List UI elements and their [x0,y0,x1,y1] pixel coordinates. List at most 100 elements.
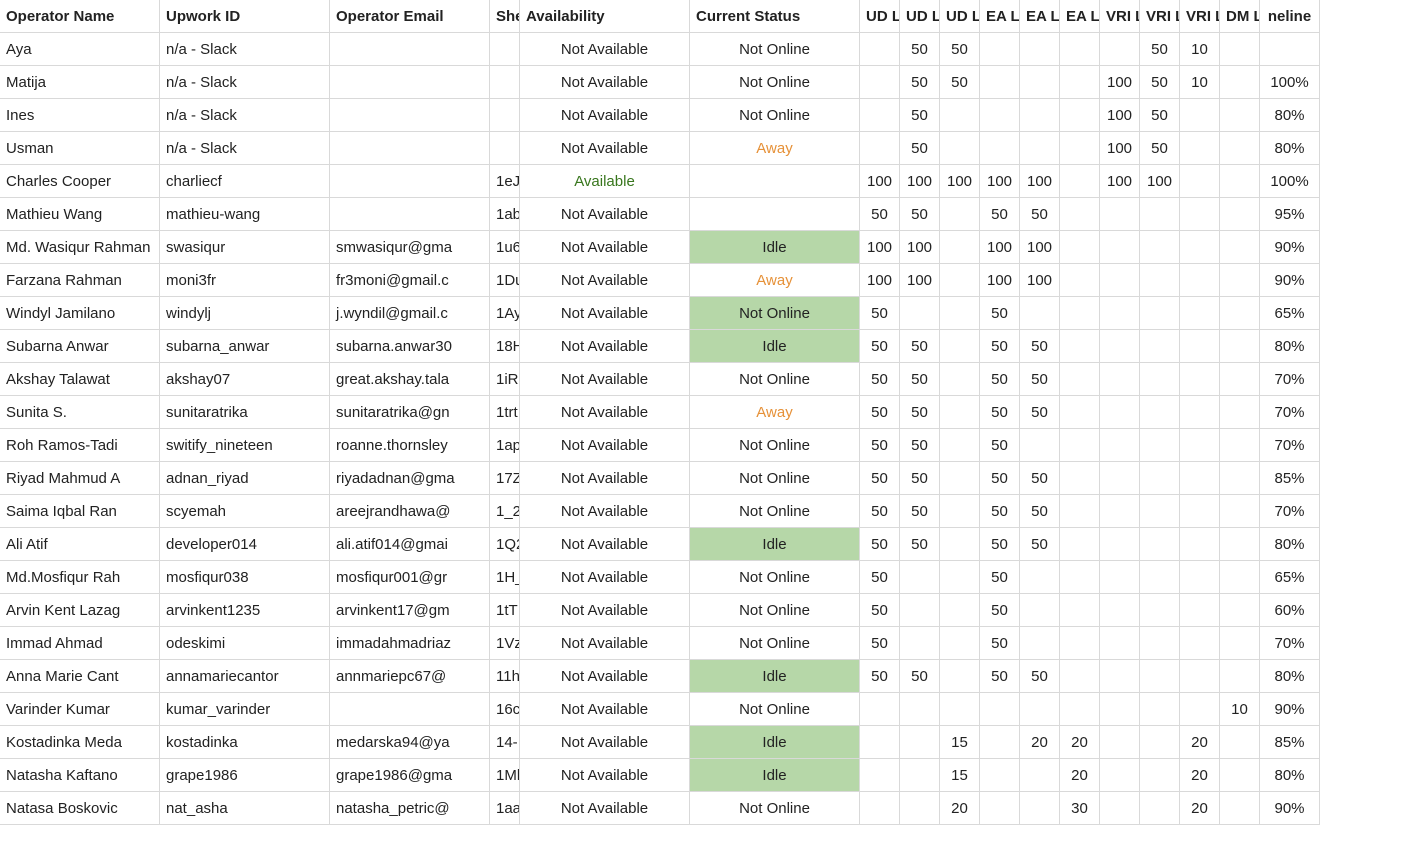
value-cell[interactable] [1100,528,1140,561]
value-cell[interactable] [1180,693,1220,726]
upwork-id-cell[interactable]: n/a - Slack [160,132,330,165]
value-cell[interactable]: 70% [1260,363,1320,396]
value-cell[interactable] [980,726,1020,759]
value-cell[interactable] [1140,660,1180,693]
column-header[interactable]: Availability [520,0,690,33]
column-header[interactable]: neline [1260,0,1320,33]
value-cell[interactable]: 50 [940,33,980,66]
value-cell[interactable]: 50 [860,561,900,594]
value-cell[interactable]: 100 [1100,66,1140,99]
value-cell[interactable]: 50 [860,396,900,429]
operator-name-cell[interactable]: Akshay Talawat [0,363,160,396]
value-cell[interactable]: 50 [900,33,940,66]
value-cell[interactable]: 20 [1180,792,1220,825]
column-header[interactable]: VRI L [1100,0,1140,33]
value-cell[interactable]: 50 [1020,396,1060,429]
value-cell[interactable] [1140,297,1180,330]
sheet-cell[interactable]: 17Z [490,462,520,495]
value-cell[interactable]: 100 [1020,231,1060,264]
upwork-id-cell[interactable]: kumar_varinder [160,693,330,726]
operator-name-cell[interactable]: Charles Cooper [0,165,160,198]
availability-cell[interactable]: Not Available [520,726,690,759]
status-cell[interactable]: Not Online [690,594,860,627]
value-cell[interactable] [1060,33,1100,66]
value-cell[interactable]: 65% [1260,561,1320,594]
value-cell[interactable] [1140,627,1180,660]
value-cell[interactable] [940,693,980,726]
status-cell[interactable]: Idle [690,330,860,363]
value-cell[interactable]: 20 [1060,759,1100,792]
value-cell[interactable]: 50 [900,99,940,132]
value-cell[interactable]: 70% [1260,495,1320,528]
availability-cell[interactable]: Not Available [520,363,690,396]
value-cell[interactable] [1020,759,1060,792]
operator-name-cell[interactable]: Riyad Mahmud A [0,462,160,495]
value-cell[interactable]: 70% [1260,396,1320,429]
value-cell[interactable] [1180,264,1220,297]
column-header[interactable]: UD L [900,0,940,33]
value-cell[interactable]: 100 [1100,132,1140,165]
value-cell[interactable]: 100 [940,165,980,198]
availability-cell[interactable]: Not Available [520,198,690,231]
availability-cell[interactable]: Not Available [520,759,690,792]
value-cell[interactable] [1220,330,1260,363]
value-cell[interactable] [1140,396,1180,429]
sheet-cell[interactable]: 1Vz [490,627,520,660]
spreadsheet-grid[interactable]: Operator NameUpwork IDOperator EmailSheA… [0,0,1420,825]
operator-email-cell[interactable]: riyadadnan@gma [330,462,490,495]
upwork-id-cell[interactable]: n/a - Slack [160,66,330,99]
value-cell[interactable]: 100% [1260,165,1320,198]
column-header[interactable]: EA L [1060,0,1100,33]
operator-name-cell[interactable]: Windyl Jamilano [0,297,160,330]
value-cell[interactable]: 50 [900,66,940,99]
availability-cell[interactable]: Not Available [520,264,690,297]
status-cell[interactable]: Not Online [690,429,860,462]
status-cell[interactable] [690,165,860,198]
operator-email-cell[interactable] [330,165,490,198]
operator-email-cell[interactable]: j.wyndil@gmail.c [330,297,490,330]
value-cell[interactable] [940,198,980,231]
value-cell[interactable]: 90% [1260,693,1320,726]
value-cell[interactable] [1100,198,1140,231]
value-cell[interactable] [1100,396,1140,429]
value-cell[interactable] [1180,198,1220,231]
availability-cell[interactable]: Not Available [520,462,690,495]
value-cell[interactable]: 100 [980,231,1020,264]
value-cell[interactable] [860,66,900,99]
value-cell[interactable]: 50 [1140,66,1180,99]
value-cell[interactable] [940,495,980,528]
status-cell[interactable]: Idle [690,759,860,792]
value-cell[interactable]: 100 [1100,99,1140,132]
value-cell[interactable] [1100,264,1140,297]
operator-name-cell[interactable]: Anna Marie Cant [0,660,160,693]
value-cell[interactable]: 10 [1180,33,1220,66]
value-cell[interactable] [940,627,980,660]
upwork-id-cell[interactable]: nat_asha [160,792,330,825]
value-cell[interactable] [980,66,1020,99]
value-cell[interactable] [1060,627,1100,660]
availability-cell[interactable]: Not Available [520,495,690,528]
sheet-cell[interactable]: 11h [490,660,520,693]
value-cell[interactable]: 50 [1020,363,1060,396]
value-cell[interactable] [1220,627,1260,660]
value-cell[interactable] [1180,495,1220,528]
availability-cell[interactable]: Not Available [520,396,690,429]
availability-cell[interactable]: Not Available [520,792,690,825]
status-cell[interactable]: Not Online [690,462,860,495]
value-cell[interactable]: 50 [940,66,980,99]
value-cell[interactable] [1140,462,1180,495]
value-cell[interactable]: 50 [980,627,1020,660]
value-cell[interactable] [1020,132,1060,165]
value-cell[interactable] [1100,627,1140,660]
operator-email-cell[interactable]: natasha_petric@ [330,792,490,825]
value-cell[interactable] [1100,429,1140,462]
operator-name-cell[interactable]: Subarna Anwar [0,330,160,363]
value-cell[interactable] [1180,594,1220,627]
value-cell[interactable]: 50 [860,627,900,660]
value-cell[interactable]: 100 [1140,165,1180,198]
operator-name-cell[interactable]: Varinder Kumar [0,693,160,726]
value-cell[interactable] [1140,495,1180,528]
upwork-id-cell[interactable]: moni3fr [160,264,330,297]
operator-name-cell[interactable]: Natasha Kaftano [0,759,160,792]
value-cell[interactable] [1100,231,1140,264]
